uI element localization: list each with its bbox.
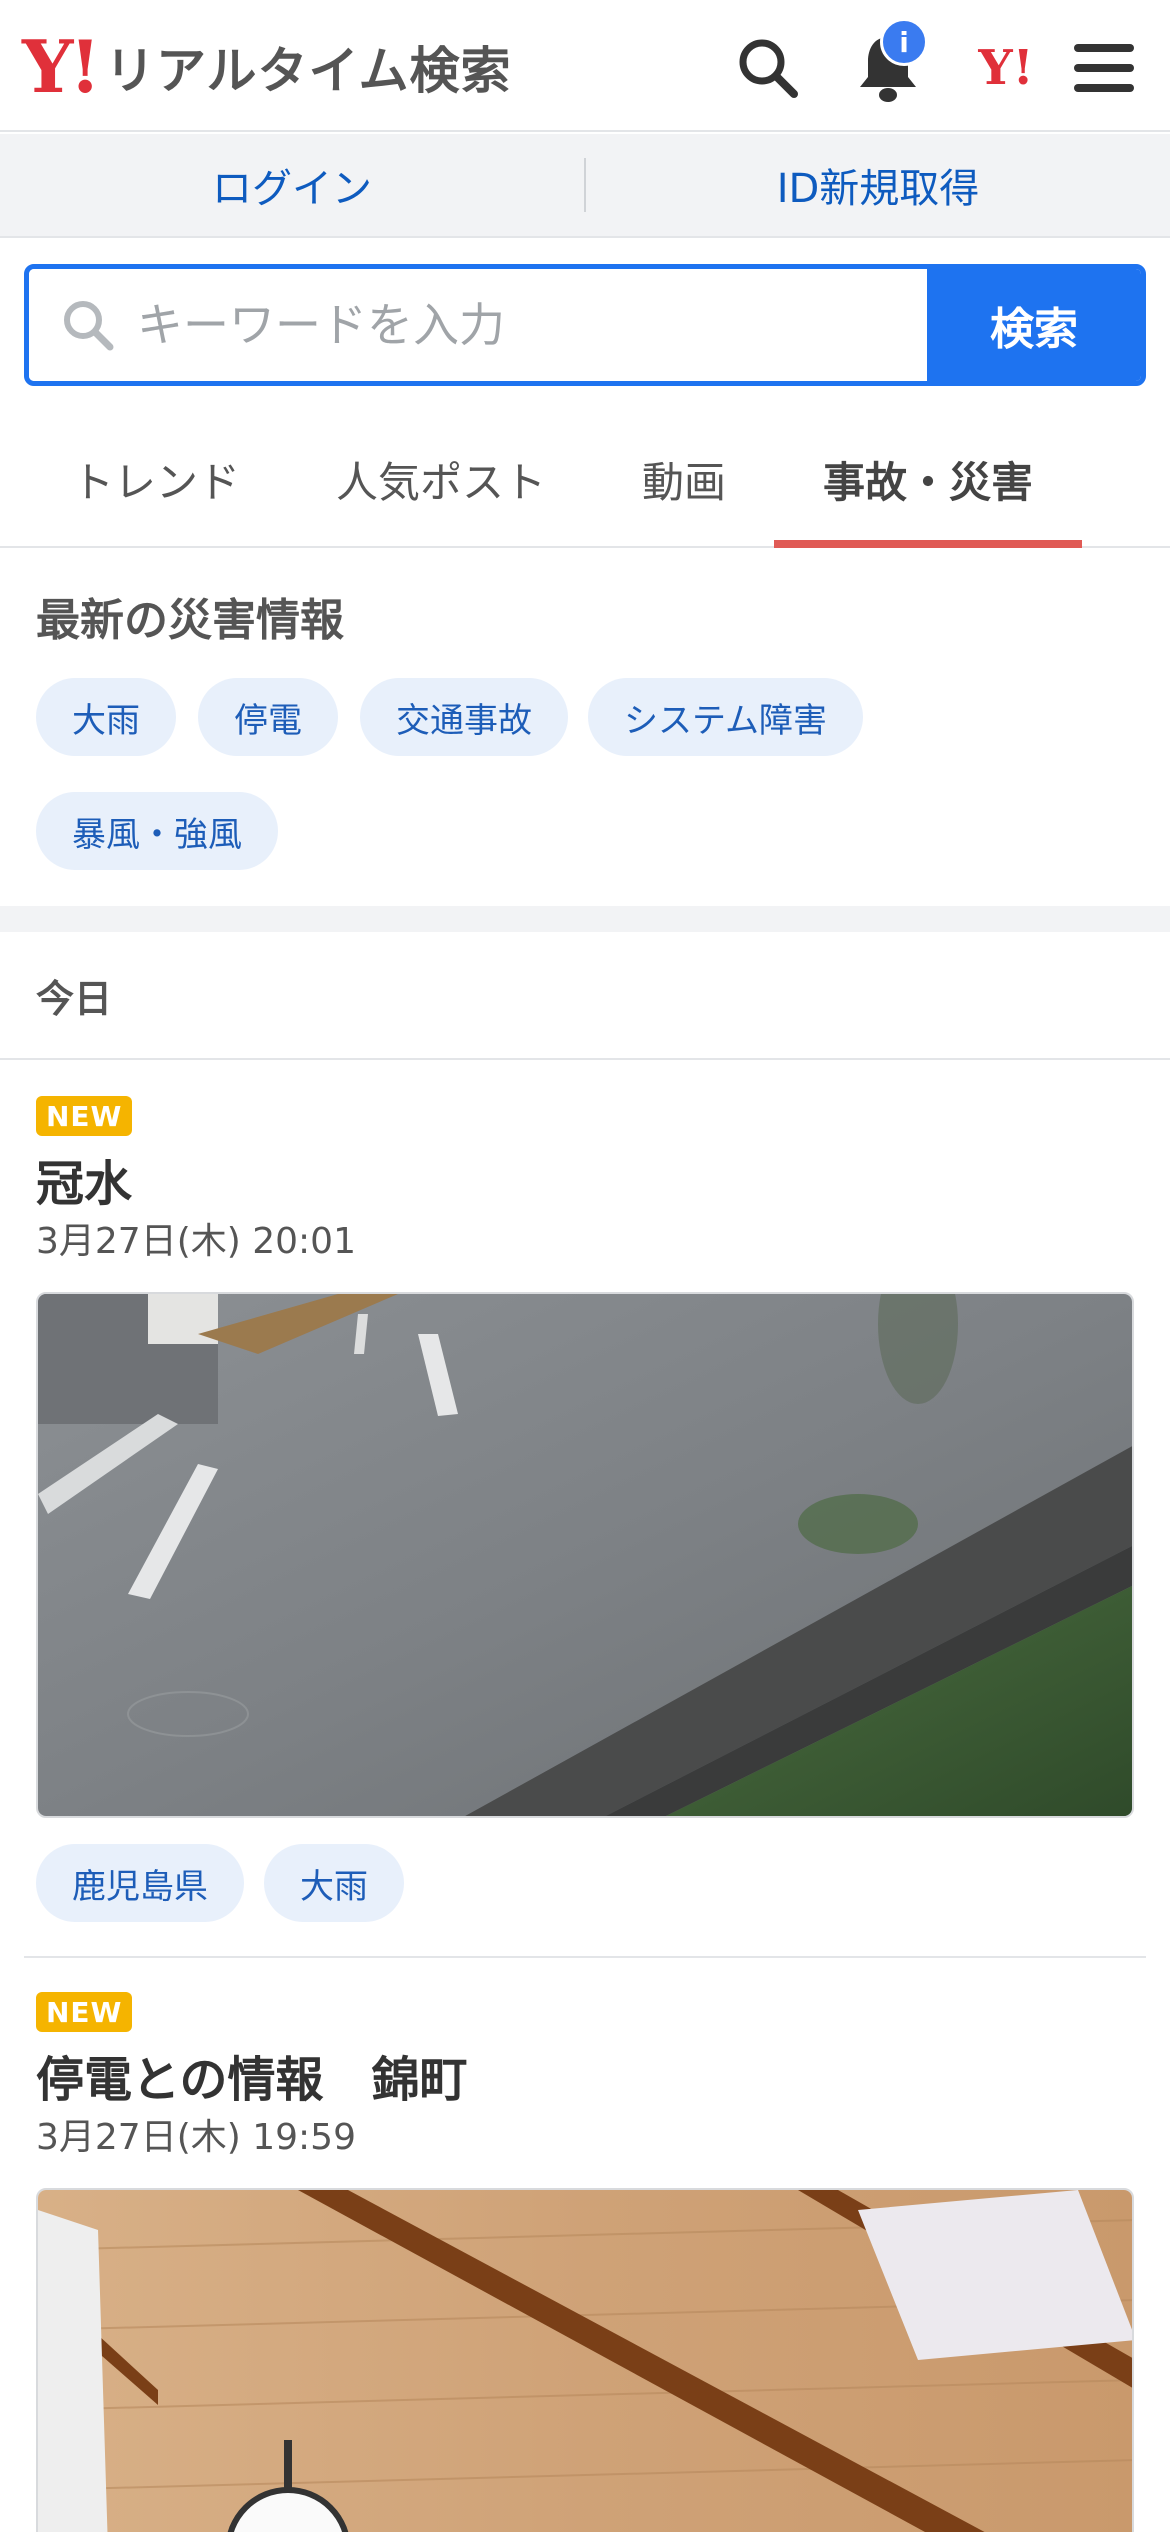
active-tab-indicator (774, 540, 1082, 548)
search-box: 検索 (24, 264, 1146, 386)
search-field-icon (61, 298, 115, 352)
app-header: Y! リアルタイム検索 i Y! (0, 0, 1170, 132)
post-divider (24, 1956, 1146, 1958)
chip-system-failure[interactable]: システム障害 (588, 678, 863, 756)
search-input[interactable] (137, 298, 927, 352)
login-link[interactable]: ログイン (0, 156, 584, 214)
tab-label: 事故・災害 (822, 457, 1033, 507)
chip-storm-wind[interactable]: 暴風・強風 (36, 792, 278, 870)
date-section-label: 今日 (36, 977, 113, 1021)
tab-label: トレンド (71, 457, 240, 507)
disaster-info-section: 最新の災害情報 大雨 停電 交通事故 システム障害 暴風・強風 (0, 550, 1170, 906)
register-link[interactable]: ID新規取得 (586, 156, 1170, 214)
tab-popular-posts[interactable]: 人気ポスト (312, 410, 570, 548)
site-logo[interactable]: Y! リアルタイム検索 (22, 28, 512, 106)
post-title[interactable]: 冠水 (36, 1144, 132, 1214)
post-image-flooding[interactable] (36, 1292, 1134, 1818)
post-title[interactable]: 停電との情報 錦町 (36, 2040, 468, 2110)
new-badge: NEW (36, 1096, 133, 1136)
search-button[interactable]: 検索 (927, 269, 1141, 381)
category-tabs: トレンド 人気ポスト 動画 事故・災害 (0, 410, 1170, 548)
tab-videos[interactable]: 動画 (606, 410, 762, 548)
yahoo-logo-mark: Y! (22, 24, 101, 109)
login-bar: ログイン ID新規取得 (0, 134, 1170, 238)
tab-accidents-disasters[interactable]: 事故・災害 (774, 410, 1082, 548)
tab-trend[interactable]: トレンド (40, 410, 272, 548)
chip-traffic-accident[interactable]: 交通事故 (360, 678, 568, 756)
date-section-header: 今日 (0, 932, 1170, 1060)
search-field[interactable] (29, 269, 927, 381)
chip-power-outage[interactable]: 停電 (198, 678, 338, 756)
post-date: 3月27日(木) 20:01 (36, 1221, 356, 1262)
tab-label: 動画 (641, 457, 726, 507)
section-title: 最新の災害情報 (36, 595, 344, 646)
yahoo-logo-icon[interactable]: Y! (966, 28, 1046, 108)
new-badge: NEW (36, 1992, 133, 2032)
search-icon[interactable] (728, 28, 808, 108)
chip-heavy-rain[interactable]: 大雨 (36, 678, 176, 756)
post-date: 3月27日(木) 19:59 (36, 2117, 356, 2158)
yahoo-small-logo: Y! (978, 40, 1034, 96)
site-title: リアルタイム検索 (105, 42, 512, 100)
section-gap (0, 906, 1170, 932)
hamburger-menu-icon[interactable] (1064, 28, 1144, 108)
post-image-ceiling[interactable] (36, 2188, 1134, 2532)
tab-label: 人気ポスト (335, 457, 546, 507)
tag-kagoshima[interactable]: 鹿児島県 (36, 1844, 244, 1922)
notification-button[interactable]: i (848, 18, 928, 108)
notification-badge: i (880, 18, 928, 66)
tag-heavy-rain[interactable]: 大雨 (264, 1844, 404, 1922)
